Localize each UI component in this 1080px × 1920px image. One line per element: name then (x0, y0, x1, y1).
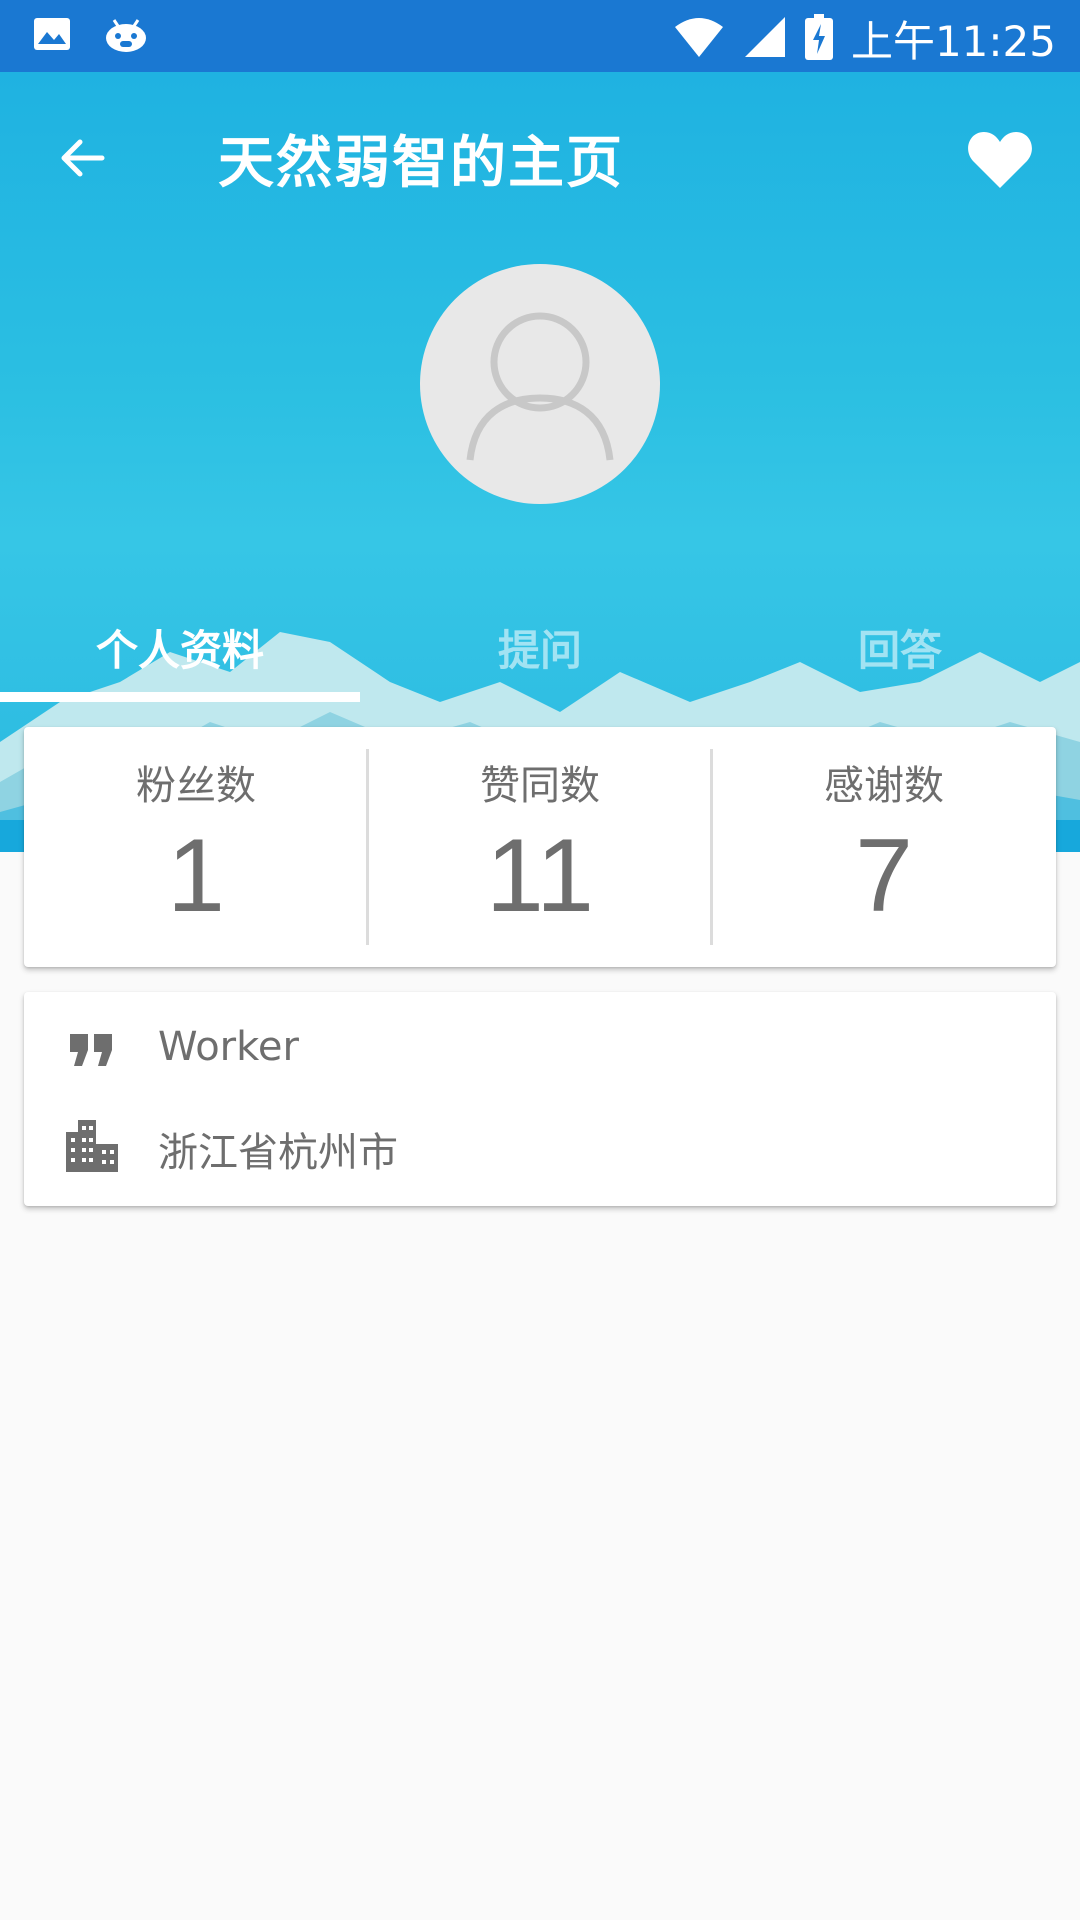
android-debug-icon (104, 14, 148, 58)
tab-profile[interactable]: 个人资料 (0, 592, 360, 702)
cell-signal-icon (743, 15, 787, 63)
status-time: 上午11:25 (850, 17, 1056, 66)
stat-value: 1 (167, 818, 225, 934)
stats-card: 粉丝数 1 赞同数 11 感谢数 7 (24, 727, 1056, 967)
status-bar: 上午11:25 (0, 0, 1080, 72)
battery-charging-icon (804, 13, 833, 64)
bio-text: Worker (158, 1024, 299, 1070)
heart-icon (968, 132, 1032, 188)
stat-label: 粉丝数 (136, 763, 256, 809)
arrow-back-icon (61, 139, 105, 177)
tab-bar: 个人资料 提问 回答 (0, 592, 1080, 702)
image-icon (32, 14, 72, 58)
stat-label: 赞同数 (480, 763, 600, 809)
building-icon (60, 1114, 124, 1178)
info-card: Worker 浙江省杭州市 (24, 992, 1056, 1206)
stat-upvotes[interactable]: 赞同数 11 (368, 727, 712, 967)
stat-followers[interactable]: 粉丝数 1 (24, 727, 368, 967)
location-row: 浙江省杭州市 (24, 1102, 1056, 1192)
back-button[interactable] (36, 112, 128, 204)
avatar[interactable] (420, 264, 660, 504)
favorite-button[interactable] (956, 116, 1044, 204)
stat-value: 7 (855, 818, 913, 934)
location-text: 浙江省杭州市 (158, 1130, 398, 1176)
page-title: 天然弱智的主页 (218, 131, 624, 196)
stat-thanks[interactable]: 感谢数 7 (712, 727, 1056, 967)
tab-questions[interactable]: 提问 (360, 592, 720, 702)
bio-row: Worker (24, 1006, 1056, 1096)
default-user-icon (466, 312, 614, 461)
quote-icon (60, 1018, 124, 1082)
stat-value: 11 (486, 818, 594, 934)
tab-answers[interactable]: 回答 (720, 592, 1080, 702)
stat-label: 感谢数 (824, 763, 944, 809)
wifi-icon (673, 15, 725, 63)
toolbar: 天然弱智的主页 (0, 72, 1080, 240)
tab-indicator (0, 692, 360, 702)
